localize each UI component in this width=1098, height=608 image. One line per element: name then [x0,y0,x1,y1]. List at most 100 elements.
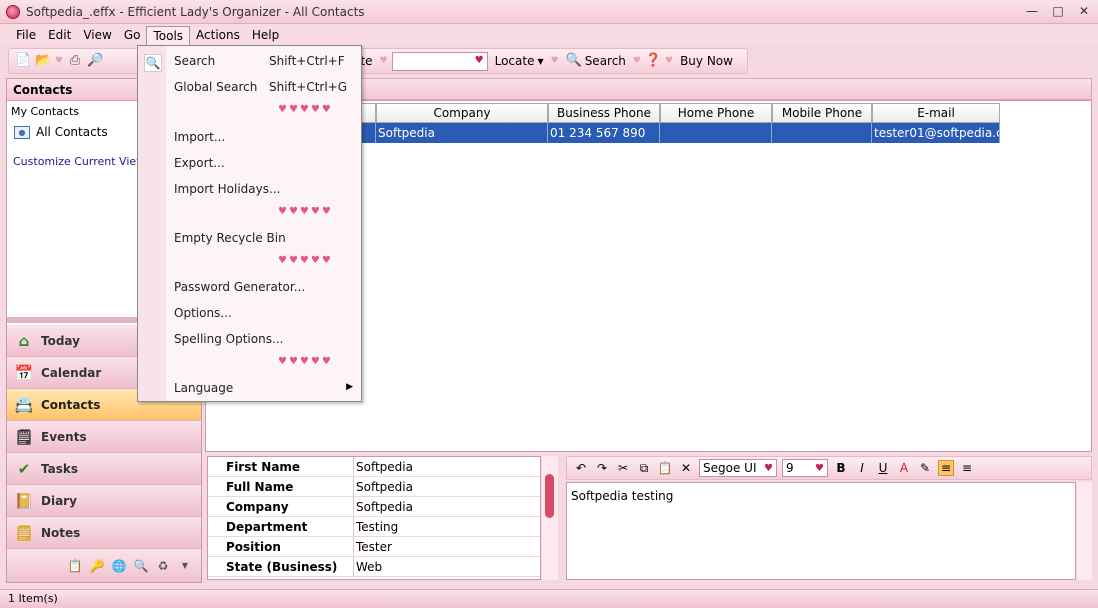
menu-go[interactable]: Go [118,26,147,44]
new-icon[interactable]: 📄 [15,53,31,69]
cut-icon[interactable]: ✂ [615,461,631,475]
menu-item-options[interactable]: Options... [174,306,232,320]
detail-row[interactable]: Full Name Softpedia [208,477,540,497]
open-icon[interactable]: 📂 [35,53,51,69]
redo-icon[interactable]: ↷ [594,461,610,475]
menu-view[interactable]: View [77,26,117,44]
detail-value: Web [356,560,383,574]
align-left-icon[interactable]: ≡ [938,460,954,476]
chevron-down-icon[interactable]: ▼ [177,558,193,574]
contact-details: First Name Softpedia Full Name Softpedia C… [207,456,541,580]
hearts-separator-icon: ♥♥♥♥♥ [278,206,333,217]
app-icon [6,4,20,19]
nav-bar-diary[interactable]: 📔 Diary [7,485,201,517]
details-scrollbar[interactable] [542,456,558,580]
copy-icon[interactable]: ⧉ [636,461,652,476]
nav-bar-label: Diary [41,493,77,508]
menu-item-import[interactable]: Import... [174,130,225,144]
search-button[interactable]: 🔍 Search [563,53,629,69]
detail-row[interactable]: State (Business) Web [208,557,540,577]
column-header-company[interactable]: Company [376,103,548,123]
locate-input[interactable]: ♥ [391,51,488,71]
hearts-separator-icon: ♥♥♥♥♥ [278,104,333,115]
search-icon: 🔍 [565,53,582,68]
nav-bar-label: Today [41,333,80,348]
menu-item-export[interactable]: Export... [174,156,225,170]
menu-item-password-generator[interactable]: Password Generator... [174,280,305,294]
dropdown-heart-icon: ♥ [764,463,773,474]
submenu-arrow-icon: ▶ [346,382,353,392]
column-header-email[interactable]: E-mail [872,103,1000,123]
print-icon[interactable]: ⎙ [67,53,83,69]
shortcut-search: Shift+Ctrl+F [269,54,345,68]
highlight-icon[interactable]: ✎ [917,461,933,475]
detail-row[interactable]: Company Softpedia [208,497,540,517]
menu-file[interactable]: File [10,26,42,44]
detail-label: Department [208,517,354,536]
help-icon[interactable]: ❓ [645,53,661,69]
italic-button[interactable]: I [854,461,870,475]
detail-row[interactable]: Position Tester [208,537,540,557]
dropdown-heart-icon: ♥ [815,463,824,474]
nav-footer: 📋 🔑 🌐 🔍 ♻ ▼ [7,549,201,582]
underline-button[interactable]: U [875,461,891,475]
detail-label: First Name [208,457,354,476]
detail-value: Testing [356,520,399,534]
nav-bar-label: Events [41,429,87,444]
column-header-home-phone[interactable]: Home Phone [660,103,772,123]
menu-item-empty-recycle-bin[interactable]: Empty Recycle Bin [174,231,286,245]
bold-button[interactable]: B [833,461,849,475]
detail-row[interactable]: Department Testing [208,517,540,537]
maximize-button[interactable]: □ [1050,3,1066,19]
title-bar: Softpedia_.effx - Efficient Lady's Organ… [0,0,1098,24]
clear-icon[interactable]: ✕ [678,461,694,475]
notes-editor[interactable]: Softpedia testing [566,482,1076,580]
column-header-business-phone[interactable]: Business Phone [548,103,660,123]
calendar-icon: 📅 [14,363,34,382]
detail-row[interactable]: First Name Softpedia [208,457,540,477]
detail-value: Softpedia [356,480,413,494]
undo-icon[interactable]: ↶ [573,461,589,475]
events-icon: 🗒 [14,427,34,446]
recycle-icon[interactable]: ♻ [155,558,171,574]
heart-separator-icon: ♥ [550,56,559,66]
menu-item-search[interactable]: Search [174,54,215,68]
house-icon: ⌂ [18,331,30,350]
locate-button[interactable]: Locate ▼ [492,54,547,68]
buy-now-label: Buy Now [680,54,733,68]
diary-book-icon: 📔 [14,491,34,510]
search-icon[interactable]: 🔍 [133,558,149,574]
clipboard-icon[interactable]: 📋 [67,558,83,574]
cell-home-phone [660,123,772,143]
menu-edit[interactable]: Edit [42,26,77,44]
cell-business-phone: 01 234 567 890 [548,123,660,143]
nav-bar-notes[interactable]: 🗒 Notes [7,517,201,549]
menu-help[interactable]: Help [246,26,285,44]
align-center-icon[interactable]: ≡ [959,461,975,475]
nav-bar-tasks[interactable]: ✔ Tasks [7,453,201,485]
menu-bar: File Edit View Go Tools Actions Help [0,24,1098,46]
detail-value: Softpedia [356,460,413,474]
detail-label: Company [208,497,354,516]
menu-item-spelling-options[interactable]: Spelling Options... [174,332,283,346]
status-bar: 1 Item(s) [0,589,1098,608]
menu-tools[interactable]: Tools [146,25,191,45]
font-color-icon[interactable]: A [896,461,912,475]
font-size-select[interactable]: 9 ♥ [782,459,828,477]
minimize-button[interactable]: — [1024,3,1040,19]
column-header-mobile-phone[interactable]: Mobile Phone [772,103,872,123]
nav-bar-events[interactable]: 🗒 Events [7,421,201,453]
preview-icon[interactable]: 🔎 [87,53,103,69]
menu-actions[interactable]: Actions [190,26,246,44]
font-name-select[interactable]: Segoe UI ♥ [699,459,777,477]
scroll-thumb[interactable] [545,474,554,518]
globe-icon[interactable]: 🌐 [111,558,127,574]
paste-icon[interactable]: 📋 [657,461,673,475]
close-button[interactable]: ✕ [1076,3,1092,19]
buy-now-button[interactable]: Buy Now [677,54,736,68]
menu-item-global-search[interactable]: Global Search [174,80,257,94]
menu-item-import-holidays[interactable]: Import Holidays... [174,182,280,196]
key-icon[interactable]: 🔑 [89,558,105,574]
menu-item-language[interactable]: Language [174,381,233,395]
notes-scrollbar[interactable] [1077,482,1092,580]
